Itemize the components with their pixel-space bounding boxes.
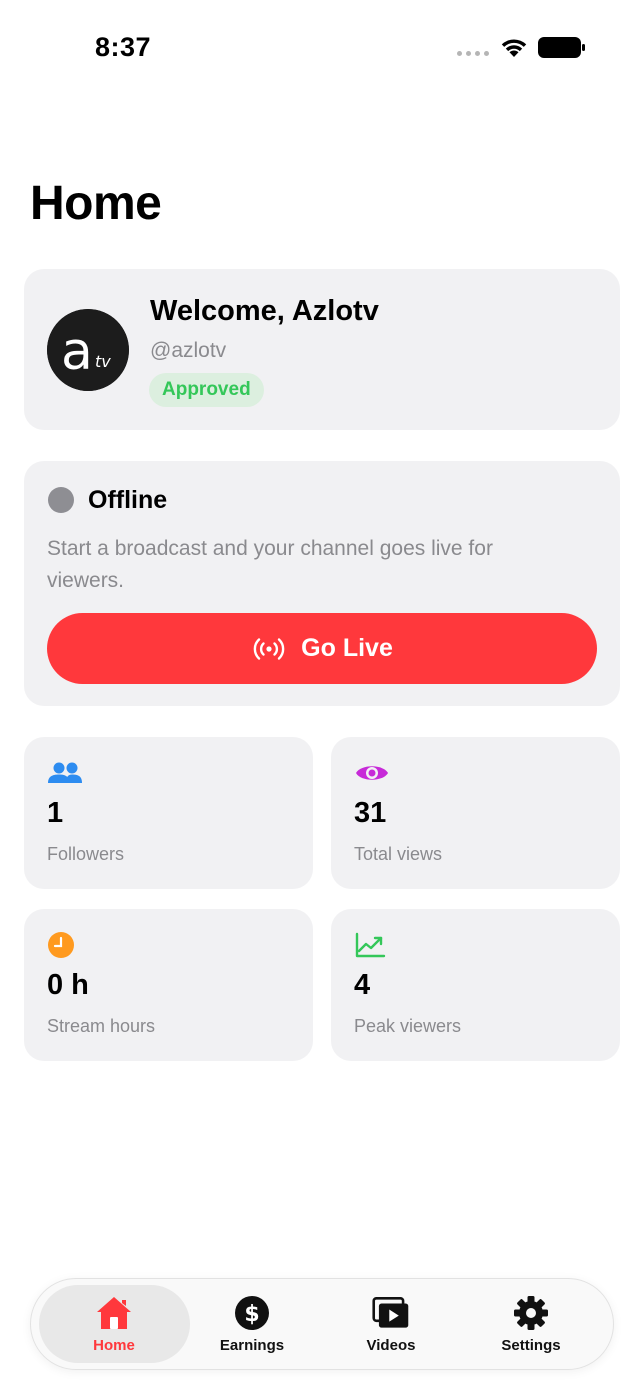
tab-earnings[interactable]: $ Earnings (177, 1285, 327, 1363)
welcome-title: Welcome, Azlotv (150, 295, 379, 327)
trending-up-icon (355, 932, 386, 958)
username-handle: @azlotv (150, 339, 227, 362)
page-title: Home (30, 177, 162, 230)
stat-card-peak-viewers[interactable]: 4 Peak viewers (331, 909, 620, 1061)
status-bar: 8:37 (0, 0, 644, 96)
stat-card-stream-hours[interactable]: 0 h Stream hours (24, 909, 313, 1061)
status-time: 8:37 (95, 32, 152, 62)
avatar[interactable]: a tv (47, 309, 129, 391)
wifi-icon (501, 39, 527, 57)
eye-icon (356, 766, 388, 780)
home-icon (97, 1297, 131, 1329)
svg-text:a: a (61, 322, 93, 382)
tab-videos[interactable]: Videos (316, 1285, 466, 1363)
offline-status-dot-icon (48, 487, 74, 513)
stat-card-followers[interactable]: 1 Followers (24, 737, 313, 889)
stat-label: Followers (47, 844, 125, 864)
svg-text:$: $ (244, 1302, 259, 1327)
people-icon (48, 762, 82, 783)
tab-label: Settings (501, 1337, 561, 1354)
signal-dots-icon (457, 51, 489, 56)
stat-value: 4 (354, 969, 371, 1001)
home-screen: 8:37 Home a tv Welcome, Azlotv @azlotv A… (0, 0, 644, 1400)
dollar-icon: $ (235, 1296, 269, 1330)
gear-icon (514, 1296, 548, 1330)
stat-card-total-views[interactable]: 31 Total views (331, 737, 620, 889)
stat-label: Stream hours (47, 1016, 156, 1036)
bottom-tab-bar: Home $ Earnings Videos Settings (30, 1278, 614, 1370)
atv-logo-icon: a tv (47, 309, 129, 391)
live-status-card: Offline Start a broadcast and your chann… (24, 461, 620, 706)
profile-card: a tv Welcome, Azlotv @azlotv Approved (24, 269, 620, 430)
status-badge: Approved (149, 373, 264, 407)
stat-value: 1 (47, 797, 64, 829)
go-live-button[interactable]: Go Live (47, 613, 597, 684)
go-live-label: Go Live (301, 634, 393, 662)
tab-label: Earnings (219, 1337, 285, 1354)
stat-value: 0 h (47, 969, 89, 1001)
stat-value: 31 (354, 797, 387, 829)
stat-label: Total views (354, 844, 443, 864)
clock-icon (48, 932, 74, 958)
broadcast-icon (253, 637, 285, 660)
live-description: Start a broadcast and your channel goes … (47, 537, 493, 592)
tab-settings[interactable]: Settings (456, 1285, 606, 1363)
tab-home[interactable]: Home (39, 1285, 189, 1363)
stat-label: Peak viewers (354, 1016, 462, 1036)
tab-label: Videos (366, 1337, 416, 1354)
svg-text:tv: tv (95, 352, 111, 371)
tab-label: Home (93, 1337, 135, 1354)
live-status-label: Offline (88, 486, 168, 514)
battery-icon (538, 37, 585, 58)
videos-icon (372, 1297, 409, 1328)
